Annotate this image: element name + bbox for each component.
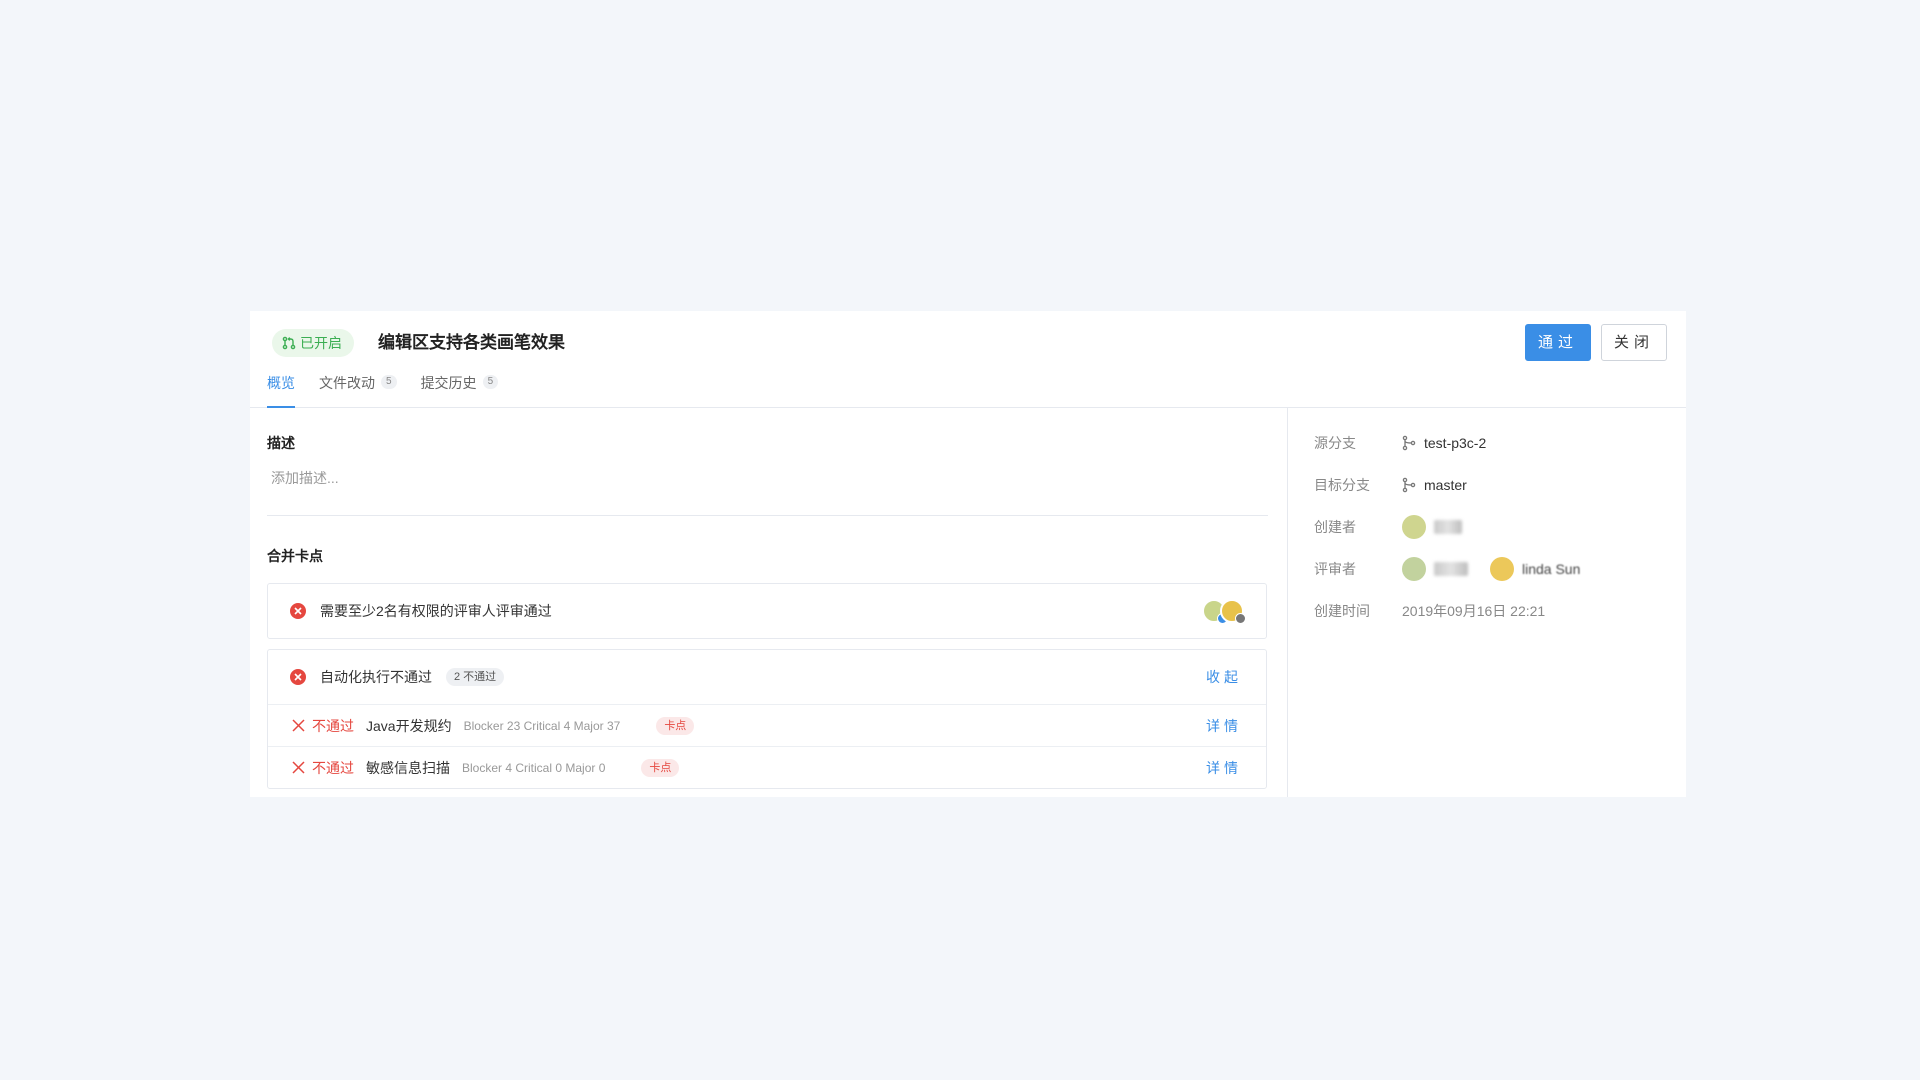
error-icon	[290, 669, 306, 685]
description-title: 描述	[267, 435, 295, 451]
merge-request-card: 已开启 编辑区支持各类画笔效果 通过 关闭 概览 文件改动 5 提交历史 5 描…	[250, 311, 1686, 797]
tab-label: 文件改动	[319, 375, 375, 391]
avatar[interactable]	[1220, 599, 1246, 624]
check-stats: Blocker 23 Critical 4 Major 37	[463, 718, 621, 733]
check-name: Java开发规约	[366, 717, 452, 734]
tab-label: 提交历史	[420, 375, 477, 391]
fail-x-icon	[292, 719, 305, 732]
reviewer-avatars	[1202, 599, 1246, 624]
tab-count-badge: 5	[381, 375, 397, 389]
source-branch-value: test-p3c-2	[1402, 435, 1486, 451]
avatar[interactable]	[1490, 557, 1514, 581]
column-divider	[1287, 408, 1288, 797]
creator-label: 创建者	[1314, 519, 1356, 535]
creator-name-redacted	[1434, 520, 1462, 534]
mr-header: 已开启 编辑区支持各类画笔效果 通过 关闭 概览 文件改动 5 提交历史 5	[250, 311, 1686, 408]
target-branch-label: 目标分支	[1314, 477, 1370, 493]
reviewer-label: 评审者	[1314, 561, 1356, 577]
target-branch[interactable]: master	[1424, 477, 1467, 493]
close-button[interactable]: 关闭	[1601, 324, 1667, 361]
tab-file-changes[interactable]: 文件改动 5	[319, 374, 397, 408]
approve-button[interactable]: 通过	[1525, 324, 1591, 361]
collapse-link[interactable]: 收起	[1206, 667, 1242, 687]
status-label: 已开启	[300, 335, 342, 351]
check-name: 敏感信息扫描	[366, 759, 450, 776]
check-info: 敏感信息扫描 Blocker 4 Critical 0 Major 0 卡点	[366, 758, 680, 778]
automation-gate-text: 自动化执行不通过	[320, 669, 432, 685]
automation-gate-box: 自动化执行不通过 2 不通过 收起 不通过 Java开发规约 Blocker 2…	[267, 649, 1267, 789]
avatar[interactable]	[1402, 515, 1426, 539]
branch-icon	[1402, 477, 1416, 493]
blocking-tag: 卡点	[656, 716, 695, 735]
page-title: 编辑区支持各类画笔效果	[378, 333, 565, 352]
tab-count-badge: 5	[482, 375, 499, 389]
status-badge: 已开启	[272, 329, 354, 357]
details-link[interactable]: 详情	[1206, 758, 1242, 778]
tab-commit-history[interactable]: 提交历史 5	[421, 374, 499, 408]
check-status: 不通过	[312, 717, 354, 734]
tab-label: 概览	[267, 375, 295, 391]
review-gate-box: 需要至少2名有权限的评审人评审通过	[267, 583, 1267, 639]
creator-value	[1402, 515, 1462, 539]
clock-icon	[1235, 613, 1246, 624]
automation-gate-text-group: 自动化执行不通过 2 不通过	[320, 667, 505, 687]
reviewer-value: linda Sun	[1402, 557, 1580, 581]
divider	[267, 515, 1268, 516]
check-stats: Blocker 4 Critical 0 Major 0	[462, 760, 606, 775]
fail-x-icon	[292, 761, 305, 774]
branch-icon	[1402, 435, 1416, 451]
error-icon	[290, 603, 306, 619]
created-time-label: 创建时间	[1314, 603, 1370, 619]
review-gate-text: 需要至少2名有权限的评审人评审通过	[320, 603, 552, 619]
merge-request-icon	[282, 336, 296, 350]
source-branch[interactable]: test-p3c-2	[1424, 435, 1486, 451]
check-info: Java开发规约 Blocker 23 Critical 4 Major 37 …	[366, 716, 695, 736]
created-time: 2019年09月16日 22:21	[1402, 603, 1546, 619]
reviewer-name: linda Sun	[1522, 561, 1581, 577]
fail-count-badge: 2 不通过	[446, 668, 505, 686]
merge-gates-title: 合并卡点	[267, 548, 323, 564]
avatar[interactable]	[1402, 557, 1426, 581]
target-branch-value: master	[1402, 477, 1467, 493]
automation-gate-row: 自动化执行不通过 2 不通过 收起	[268, 650, 1266, 704]
review-gate-row: 需要至少2名有权限的评审人评审通过	[268, 584, 1266, 638]
tab-overview[interactable]: 概览	[267, 374, 295, 408]
check-row-sensitive: 不通过 敏感信息扫描 Blocker 4 Critical 0 Major 0 …	[268, 746, 1266, 788]
check-row-java: 不通过 Java开发规约 Blocker 23 Critical 4 Major…	[268, 704, 1266, 746]
source-branch-label: 源分支	[1314, 435, 1356, 451]
reviewer-name-redacted	[1434, 562, 1468, 576]
description-input[interactable]: 添加描述...	[271, 468, 339, 488]
details-link[interactable]: 详情	[1206, 716, 1242, 736]
blocking-tag: 卡点	[641, 758, 680, 777]
check-status: 不通过	[312, 759, 354, 776]
tab-bar: 概览 文件改动 5 提交历史 5	[267, 374, 499, 408]
